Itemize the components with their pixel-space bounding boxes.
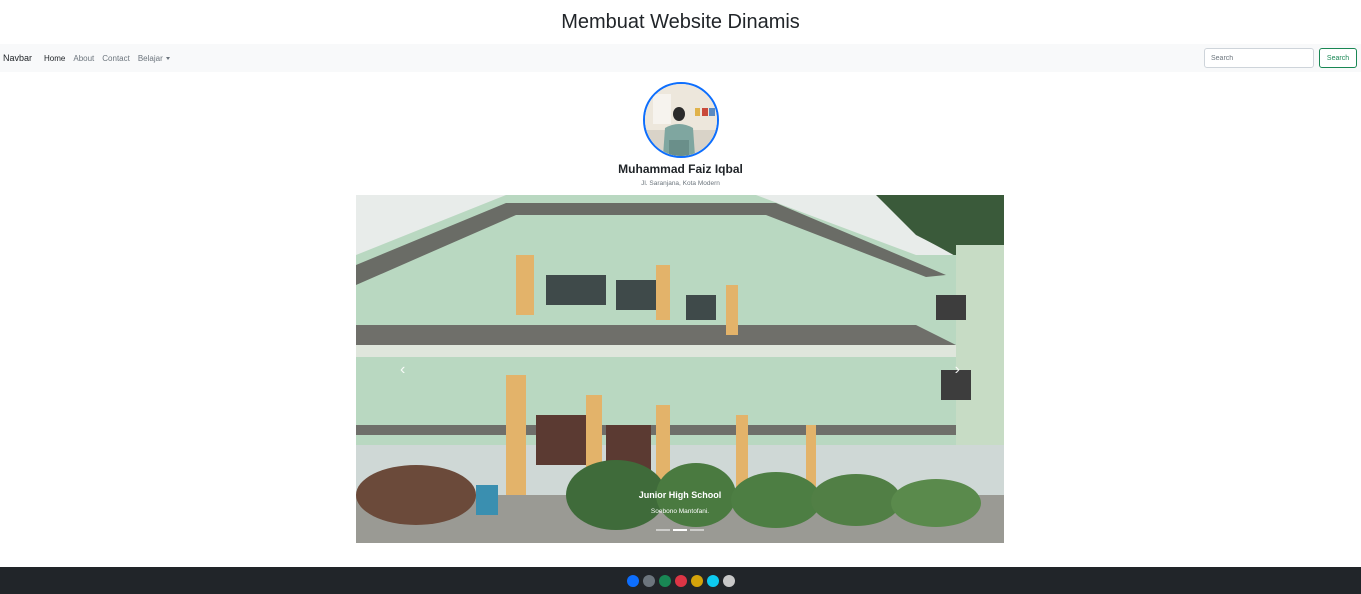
carousel-indicator[interactable] — [673, 529, 687, 531]
carousel-caption-title: Junior High School — [638, 490, 722, 500]
caret-down-icon — [165, 56, 170, 60]
carousel-caption-text: Soebono Mantofani. — [650, 508, 710, 515]
carousel-indicators — [356, 529, 1004, 531]
profile-name: Muhammad Faiz Iqbal — [618, 162, 743, 176]
carousel-prev-icon[interactable]: ‹ — [400, 361, 405, 379]
carousel-next-icon[interactable]: › — [955, 361, 960, 379]
nav-link-about[interactable]: About — [73, 54, 94, 63]
image-carousel[interactable]: ‹ › Junior High School Soebono Mantofani… — [356, 195, 1004, 543]
search-input[interactable] — [1204, 48, 1314, 68]
nav-dropdown-label: Belajar — [137, 53, 163, 63]
theme-color-button[interactable] — [658, 574, 671, 587]
avatar — [642, 82, 719, 158]
search-button[interactable]: Search — [1319, 48, 1357, 68]
search-form: Search — [1204, 48, 1357, 68]
theme-color-button[interactable] — [722, 574, 735, 587]
profile-address: Jl. Saranjana, Kota Modern — [641, 180, 720, 187]
theme-color-button[interactable] — [642, 574, 655, 587]
footer — [0, 567, 1361, 594]
navbar: Navbar Home About Contact Belajar Search — [0, 44, 1361, 72]
nav-link-home[interactable]: Home — [44, 54, 65, 63]
navbar-brand[interactable]: Navbar — [3, 53, 32, 63]
theme-color-button[interactable] — [690, 574, 703, 587]
avatar-photo — [644, 84, 717, 156]
theme-color-button[interactable] — [626, 574, 639, 587]
nav-link-contact[interactable]: Contact — [102, 54, 130, 63]
profile-section: Muhammad Faiz Iqbal Jl. Saranjana, Kota … — [0, 72, 1361, 187]
carousel-indicator[interactable] — [690, 529, 704, 531]
page-title: Membuat Website Dinamis — [561, 10, 800, 33]
theme-color-button[interactable] — [674, 574, 687, 587]
carousel-indicator[interactable] — [656, 529, 670, 531]
nav-dropdown-belajar[interactable]: Belajar — [138, 54, 170, 63]
theme-color-button[interactable] — [706, 574, 719, 587]
carousel-caption: Junior High School Soebono Mantofani. — [356, 490, 1004, 515]
